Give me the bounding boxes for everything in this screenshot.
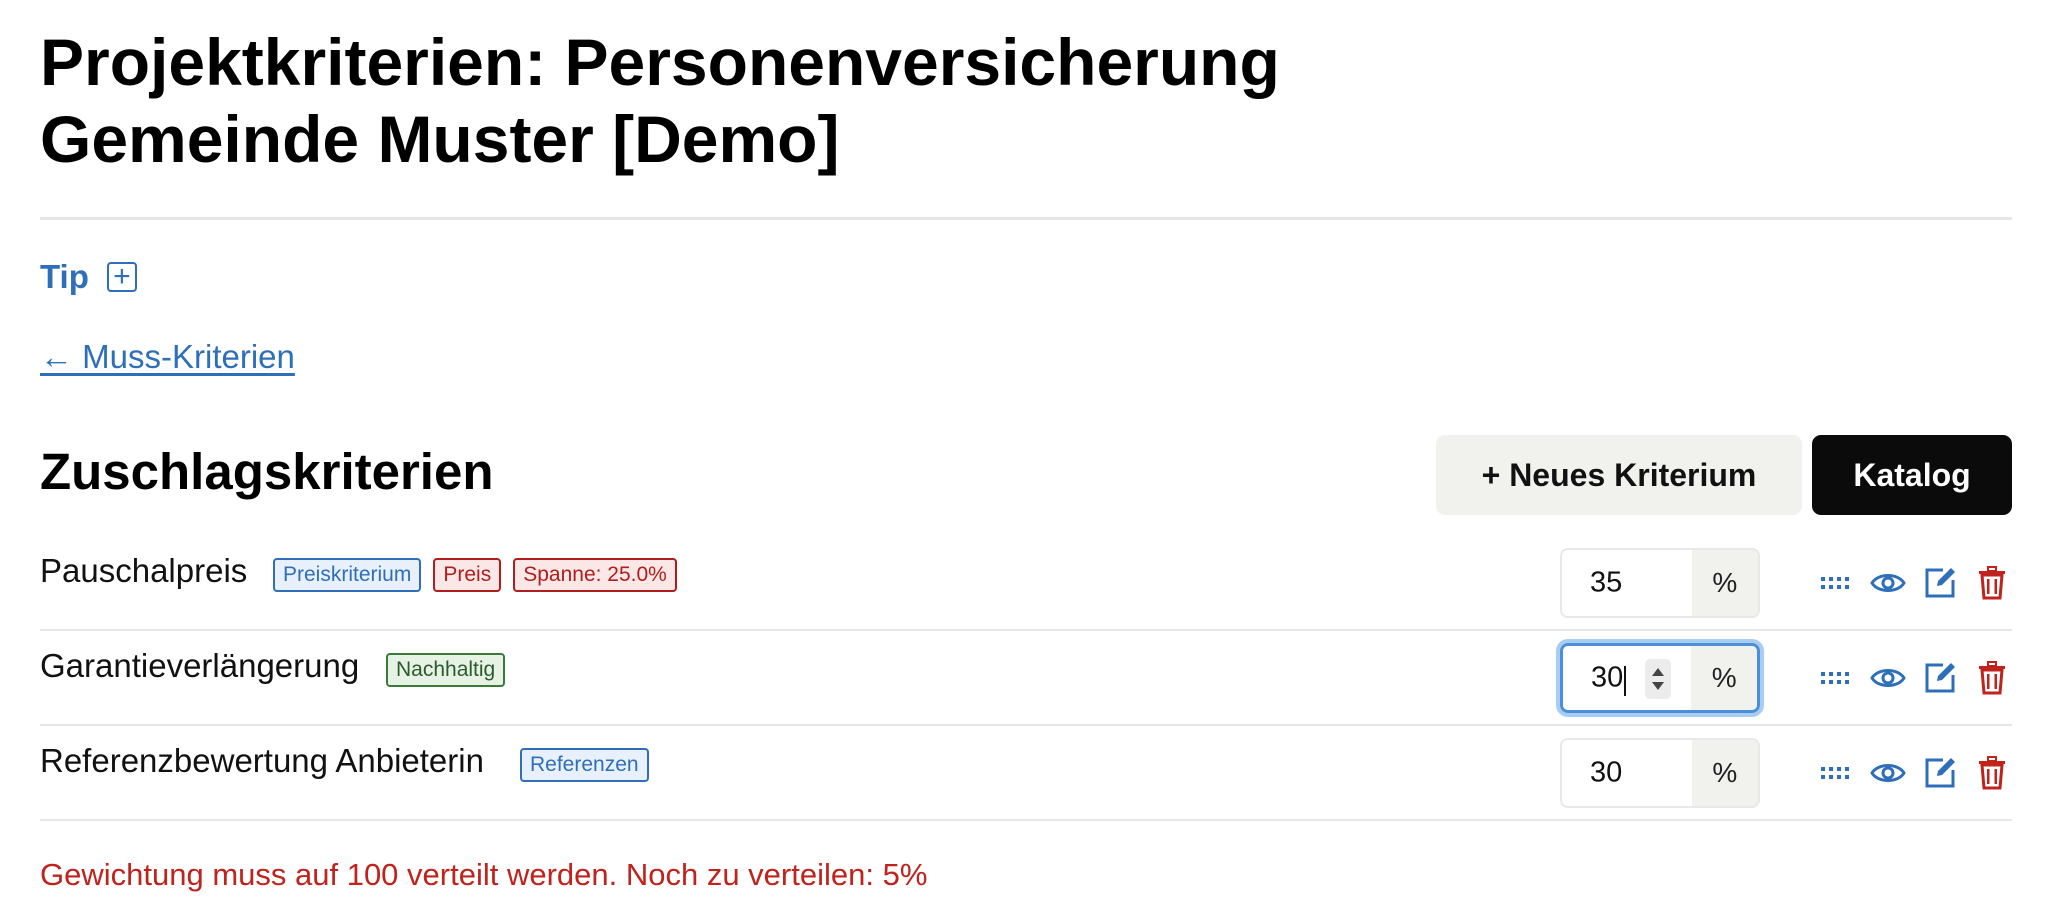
row-divider <box>40 819 2012 821</box>
criterion-tags: Preiskriterium Preis Spanne: 25.0% <box>273 558 677 592</box>
criterion-name: Pauschalpreis <box>40 552 248 589</box>
catalog-button[interactable]: Katalog <box>1812 435 2012 515</box>
row-actions <box>1818 565 2010 601</box>
spinner-down-icon[interactable] <box>1652 682 1664 690</box>
delete-icon[interactable] <box>1974 755 2010 791</box>
expand-icon[interactable]: + <box>106 262 137 292</box>
drag-handle-icon[interactable] <box>1818 660 1854 696</box>
criterion-name: Garantieverlängerung <box>40 647 360 684</box>
weight-value: 30 <box>1591 661 1624 694</box>
page-title-line2: Gemeinde Muster [Demo] <box>40 102 840 176</box>
weight-field[interactable]: 30 % <box>1560 738 1760 808</box>
section-title: Zuschlagskriterien <box>40 443 494 500</box>
tag-spanne: Spanne: 25.0% <box>513 558 677 592</box>
tag-nachhaltig: Nachhaltig <box>386 653 506 687</box>
row-actions <box>1818 660 2010 696</box>
view-icon[interactable] <box>1870 565 1906 601</box>
weight-field[interactable]: 35 % <box>1560 548 1760 618</box>
edit-icon[interactable] <box>1922 565 1958 601</box>
edit-icon[interactable] <box>1922 755 1958 791</box>
weight-input[interactable]: 30 <box>1562 740 1692 806</box>
view-icon[interactable] <box>1870 755 1906 791</box>
page-title-line1: Projektkriterien: Personenversicherung <box>40 25 1280 99</box>
criterion-name: Referenzbewertung Anbieterin <box>40 742 484 779</box>
delete-icon[interactable] <box>1974 565 2010 601</box>
spinner-up-icon[interactable] <box>1652 668 1664 676</box>
tag-preiskriterium: Preiskriterium <box>273 558 422 592</box>
delete-icon[interactable] <box>1974 660 2010 696</box>
edit-icon[interactable] <box>1922 660 1958 696</box>
weight-unit: % <box>1691 646 1757 710</box>
tip-label: Tip <box>40 258 89 295</box>
criterion-tags: Referenzen <box>520 748 649 782</box>
drag-handle-icon[interactable] <box>1818 755 1854 791</box>
weight-warning-message: Gewichtung muss auf 100 verteilt werden.… <box>40 857 928 892</box>
tip-toggle[interactable]: Tip + <box>40 258 137 296</box>
tag-referenzen: Referenzen <box>520 748 649 782</box>
weight-input[interactable]: 30 <box>1563 646 1692 710</box>
row-divider <box>40 724 2012 726</box>
weight-unit: % <box>1691 740 1758 806</box>
row-actions <box>1818 755 2010 791</box>
weight-value: 35 <box>1590 566 1623 599</box>
number-spinner[interactable] <box>1645 659 1671 699</box>
criterion-tags: Nachhaltig <box>386 653 506 687</box>
page-title: Projektkriterien: Personenversicherung G… <box>40 24 1440 178</box>
page: Projektkriterien: Personenversicherung G… <box>0 0 2058 922</box>
weight-field-focused[interactable]: 30 % <box>1560 643 1760 713</box>
back-link-muss-kriterien[interactable]: ← Muss-Kriterien <box>40 338 295 376</box>
weight-unit: % <box>1691 550 1758 616</box>
new-criterion-button[interactable]: + Neues Kriterium <box>1436 435 1802 515</box>
tag-preis: Preis <box>433 558 502 592</box>
weight-value: 30 <box>1590 756 1623 789</box>
weight-input[interactable]: 35 <box>1562 550 1692 616</box>
text-caret <box>1624 666 1626 696</box>
header-divider <box>40 217 2012 220</box>
row-divider <box>40 629 2012 631</box>
drag-handle-icon[interactable] <box>1818 565 1854 601</box>
view-icon[interactable] <box>1870 660 1906 696</box>
